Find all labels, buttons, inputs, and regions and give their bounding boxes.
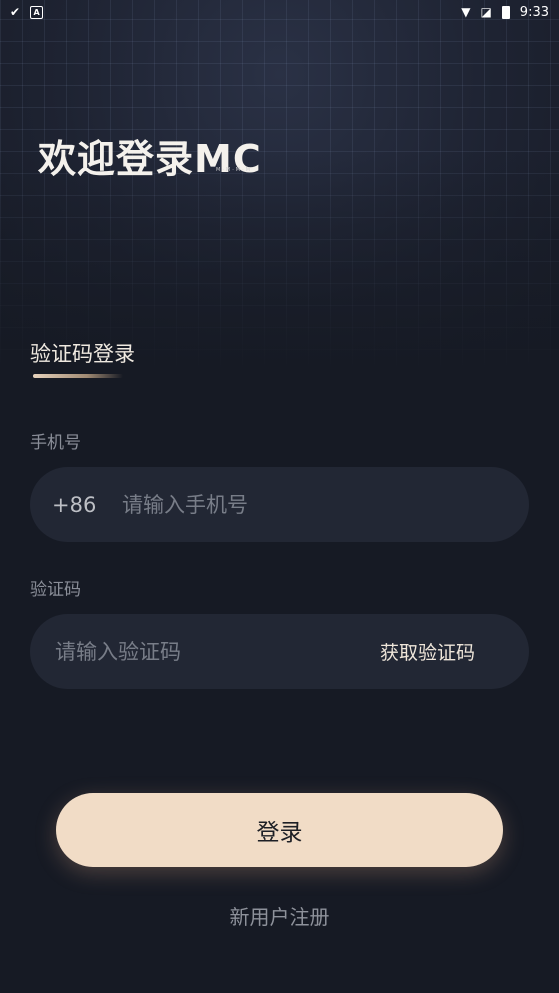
wifi-icon: ▼	[461, 5, 471, 19]
battery-icon	[501, 5, 510, 19]
tab-code-login[interactable]: 验证码登录	[30, 338, 135, 368]
phone-label: 手机号	[30, 433, 81, 453]
login-button[interactable]: 登录	[56, 793, 503, 867]
welcome-subtitle: M·M·M·M	[216, 167, 253, 173]
status-time: 9:33	[519, 4, 549, 20]
phone-field: +86	[30, 466, 529, 543]
no-signal-icon: ◪	[480, 5, 492, 19]
status-bar-left: ✔ A	[10, 5, 44, 19]
download-done-icon: ✔	[10, 5, 21, 19]
register-link[interactable]: 新用户注册	[0, 901, 559, 930]
status-bar: ✔ A ▼ ◪ 9:33	[0, 0, 559, 24]
verification-code-input[interactable]	[53, 613, 380, 690]
tab-active-indicator	[33, 374, 123, 378]
get-code-button[interactable]: 获取验证码	[380, 638, 475, 665]
hero-background	[0, 0, 559, 372]
phone-input[interactable]	[120, 466, 529, 543]
welcome-title: 欢迎登录MC	[38, 137, 262, 181]
code-field: 获取验证码	[30, 613, 529, 690]
app-notification-icon: A	[30, 5, 44, 19]
country-code-prefix[interactable]: +86	[52, 493, 120, 517]
code-label: 验证码	[30, 580, 81, 600]
status-bar-right: ▼ ◪ 9:33	[461, 5, 549, 20]
